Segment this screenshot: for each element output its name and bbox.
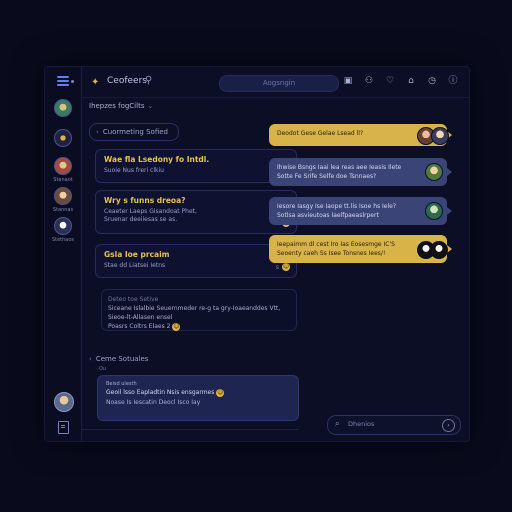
thread-card[interactable]: Wry s funns dreoa? Ceaeter Laeps Gisando…	[95, 190, 297, 234]
top-bar: ✦ Ceofeers ⚲ Aogsngin ▣ ⚇ ♡ ⌂ ◷ ⓘ	[81, 67, 469, 98]
message-text: Seoenty caeh Ss Isee Tonsnes Iees/!	[277, 250, 386, 257]
card-subtitle: Ceaeter Laeps Gisandoat Phet,	[104, 208, 197, 215]
message-text: Sotlsa asvieutoas Iaelfpaeaslrpert	[277, 212, 379, 219]
avatar	[54, 99, 72, 117]
selected-thread-card[interactable]: Beisd ulesth Geoil lsso Eapladtin Nsis e…	[97, 375, 299, 421]
rail-label: Stethaos	[51, 237, 75, 243]
thread-card[interactable]: Gsla Ioe prcaim Stae dd Liatsei Ietns s …	[95, 244, 297, 278]
card-meta: s ☺	[276, 263, 290, 271]
avatar	[54, 129, 72, 147]
search-icon: ⌕	[335, 419, 340, 428]
user-icon[interactable]: ⚇	[363, 75, 375, 87]
card-title: Gsla Ioe prcaim	[104, 250, 170, 259]
avatar	[54, 157, 72, 175]
message-bubble[interactable]: Ihwise Bsngs Iaai lea reas aee Ieasis Il…	[269, 158, 452, 186]
message-placeholder: Dhenios	[348, 420, 375, 428]
divider	[81, 429, 299, 430]
section-header[interactable]: ‹ Cuormeting Sofied	[89, 123, 179, 141]
document-icon[interactable]	[58, 421, 69, 434]
toolbar-icons: ▣ ⚇ ♡ ⌂ ◷ ⓘ	[342, 75, 459, 87]
rail-item-4[interactable]: Stannas	[45, 187, 81, 213]
send-icon[interactable]: ›	[442, 419, 455, 432]
pin-icon[interactable]: ⚲	[145, 75, 152, 86]
avatar	[430, 241, 448, 259]
message-input[interactable]: ⌕ Dhenios ›	[327, 415, 461, 435]
avatar	[425, 163, 443, 181]
clock-icon[interactable]: ◷	[426, 75, 438, 87]
card-line: Noase Is Iescatin Deocl Isco Iay	[106, 399, 201, 406]
section-label: Cuormeting Sofied	[102, 128, 168, 136]
menu-icon[interactable]	[57, 76, 69, 86]
avatar	[431, 127, 449, 145]
message-text: Iesore Iasgy Ise Iaope tt.lis Isoe hs Ie…	[277, 203, 397, 210]
message-text: Sotte Fe Srife Selfe doe Tsnnaes?	[277, 173, 377, 180]
camera-icon[interactable]: ▣	[342, 75, 354, 87]
menu-indicator	[71, 80, 74, 83]
info-icon[interactable]: ⓘ	[447, 75, 459, 87]
rail-item-1[interactable]	[45, 99, 81, 119]
app-title: Ceofeers	[107, 76, 147, 86]
chat-app-icon: ✦	[91, 77, 100, 88]
message-text: Deodot Gese Gelae Lsead ll?	[277, 130, 364, 137]
search-input[interactable]: Aogsngin	[219, 75, 339, 92]
left-rail: Stanaot Stannas Stethaos	[45, 67, 82, 441]
card-subtitle: Suoie Nus freri clkiu	[104, 167, 164, 174]
message-text: Ieepaimm dl cest Iro Ias Eosesmge IC'S	[277, 241, 395, 248]
message-bubble[interactable]: Iesore Iasgy Ise Iaope tt.lis Isoe hs Ie…	[269, 197, 452, 225]
user-avatar[interactable]	[54, 392, 74, 412]
card-heading: Beisd ulesth	[106, 381, 137, 387]
emoji-icon: ☺	[172, 322, 181, 331]
heart-icon[interactable]: ♡	[384, 75, 396, 87]
chevron-down-icon: ⌄	[147, 102, 154, 110]
chevron-left-icon: ‹	[89, 355, 92, 363]
rail-item-5[interactable]: Stethaos	[45, 217, 81, 243]
note-heading: Deteo toe Setive	[108, 296, 159, 303]
card-title: Wae fla Lsedony fo Intdl.	[104, 155, 210, 164]
bell-icon[interactable]: ⌂	[405, 75, 417, 87]
note-line: Siceane Islalbie Seuernmeder re-g ta gry…	[108, 305, 281, 312]
section-header[interactable]: ‹ Ceme Sotuales	[89, 355, 148, 363]
card-subtitle: Sruenar deeiiesas se as.	[104, 216, 178, 223]
card-text: Geoil lsso Eapladtin Nsis ensgarmes	[106, 389, 215, 396]
card-count: s	[275, 263, 279, 271]
section-sublabel: Ou	[99, 366, 107, 372]
section-label: Ceme Sotuales	[95, 355, 149, 363]
breadcrumb[interactable]: Ihepzes fogCilts ⌄	[89, 102, 153, 110]
chevron-left-icon: ‹	[96, 128, 99, 136]
breadcrumb-label: Ihepzes fogCilts	[89, 102, 145, 110]
emoji-icon: ☺	[282, 263, 290, 271]
card-line: Geoil lsso Eapladtin Nsis ensgarmes ☺	[106, 388, 290, 398]
note-text: Poasrs Coltrs Elaes 2	[108, 323, 171, 330]
thread-card[interactable]: Wae fla Lsedony fo Intdl. Suoie Nus frer…	[95, 149, 297, 183]
rail-item-3[interactable]: Stanaot	[45, 157, 81, 183]
rail-label: Stanaot	[53, 177, 73, 183]
thread-note[interactable]: Deteo toe Setive Siceane Islalbie Seuern…	[101, 289, 297, 331]
card-title: Wry s funns dreoa?	[104, 196, 186, 205]
emoji-icon: ☺	[216, 388, 225, 397]
message-text: Ihwise Bsngs Iaai lea reas aee Ieasis Il…	[277, 164, 402, 171]
note-line: Poasrs Coltrs Elaes 2 ☺	[108, 322, 290, 331]
note-line: Sieoe-lt-Allasen ensel	[108, 314, 173, 321]
app-window: Stanaot Stannas Stethaos ✦ Ceofeers ⚲ Ao…	[44, 66, 470, 442]
rail-label: Stannas	[52, 207, 74, 213]
avatar	[54, 217, 72, 235]
card-subtitle: Stae dd Liatsei Ietns	[104, 262, 166, 269]
rail-item-2[interactable]	[45, 129, 81, 149]
avatar	[425, 202, 443, 220]
avatar	[54, 187, 72, 205]
